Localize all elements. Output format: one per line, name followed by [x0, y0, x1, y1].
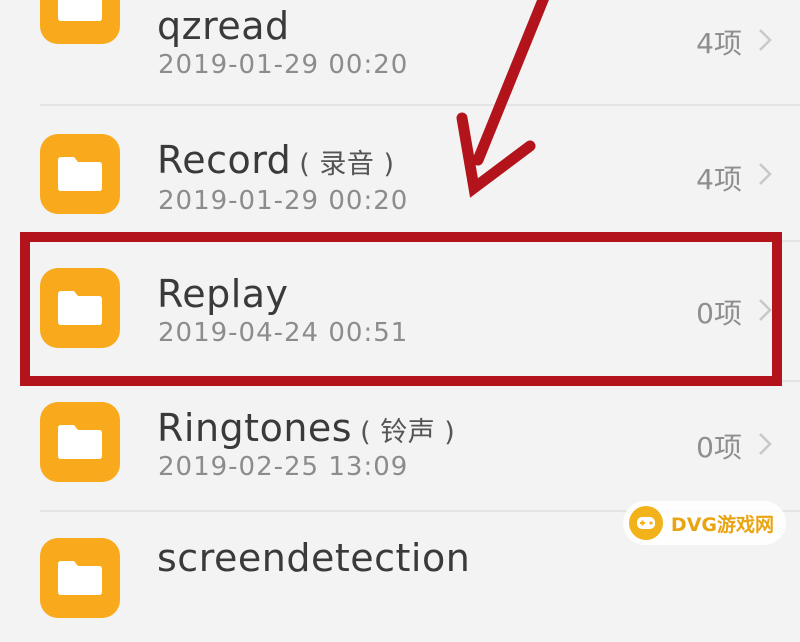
- folder-note: ( 铃声 ): [360, 417, 456, 448]
- watermark-text: DVG游戏网: [670, 513, 774, 536]
- folder-name: qzread: [157, 4, 290, 48]
- folder-name: screendetection: [157, 536, 471, 580]
- folder-name: Replay: [157, 272, 289, 316]
- item-count: 4项: [696, 163, 742, 196]
- item-count: 4项: [696, 27, 742, 60]
- gamepad-icon: [628, 506, 663, 540]
- folder-date: 2019-04-24 00:51: [158, 318, 409, 348]
- folder-icon: [40, 402, 120, 482]
- folder-icon: [40, 134, 120, 214]
- folder-row-replay[interactable]: Replay 2019-04-24 00:51 0项: [0, 236, 800, 370]
- chevron-right-icon: [759, 29, 772, 51]
- folder-row-ringtones[interactable]: Ringtones( 铃声 ) 2019-02-25 13:09 0项: [0, 372, 800, 506]
- folder-date: 2019-01-29 00:20: [158, 50, 409, 80]
- folder-note: ( 录音 ): [299, 149, 395, 180]
- chevron-right-icon: [759, 433, 772, 455]
- folder-name: Record( 录音 ): [157, 138, 395, 182]
- folder-name: Ringtones( 铃声 ): [157, 406, 456, 450]
- item-count: 0项: [696, 297, 742, 330]
- folder-icon: [40, 268, 120, 348]
- folder-date: 2019-02-25 13:09: [158, 452, 409, 482]
- file-list: qzread 2019-01-29 00:20 4项 Record( 录音 ) …: [0, 0, 800, 618]
- chevron-right-icon: [759, 299, 772, 321]
- folder-row-record[interactable]: Record( 录音 ) 2019-01-29 00:20 4项: [0, 100, 800, 234]
- folder-icon: [40, 538, 120, 618]
- watermark: DVG游戏网: [622, 501, 786, 545]
- folder-row-qzread[interactable]: qzread 2019-01-29 00:20 4项: [0, 0, 800, 98]
- chevron-right-icon: [759, 163, 772, 185]
- folder-icon: [40, 0, 120, 44]
- item-count: 0项: [696, 431, 742, 464]
- folder-date: 2019-01-29 00:20: [158, 186, 409, 216]
